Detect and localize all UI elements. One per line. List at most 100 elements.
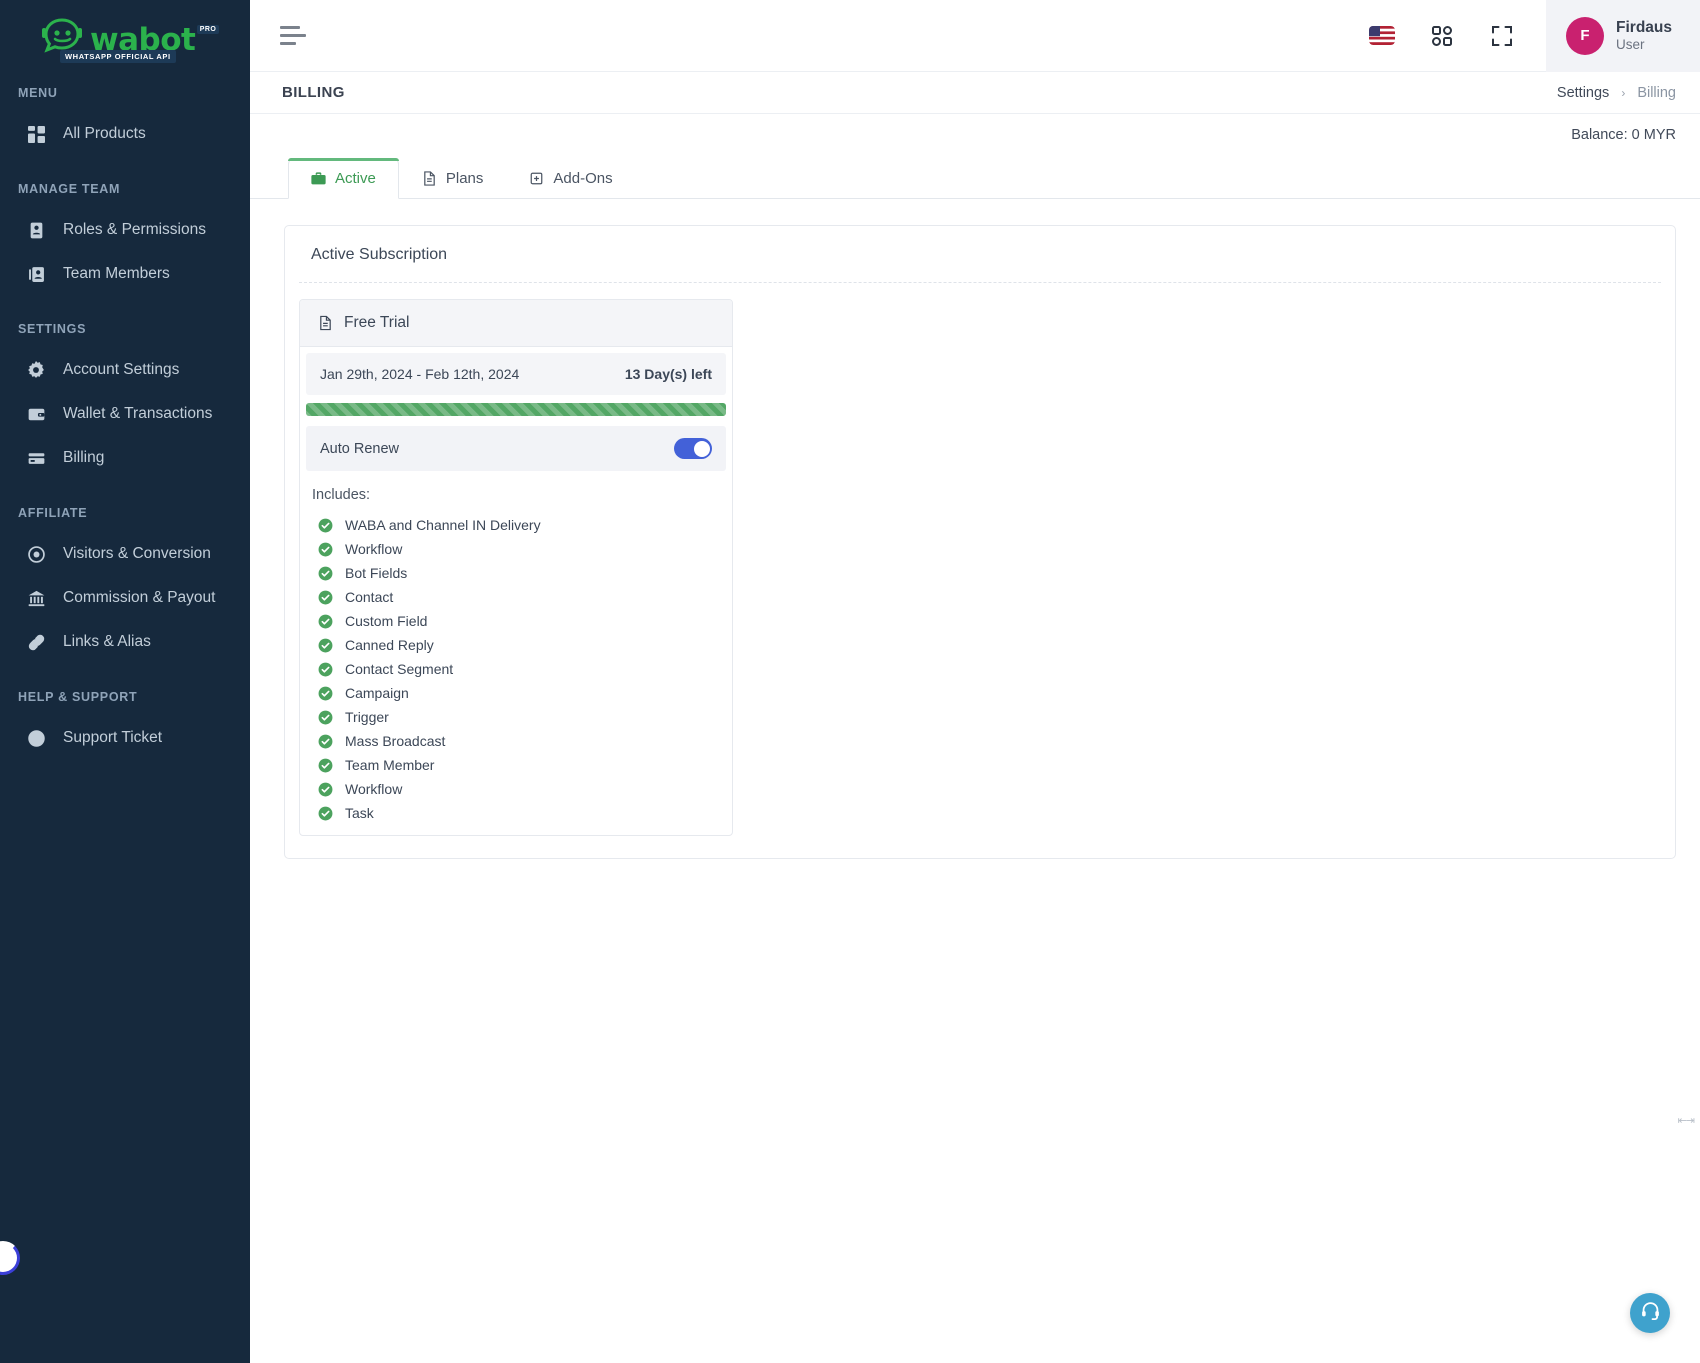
loading-spinner xyxy=(0,1241,20,1275)
feature-label: Trigger xyxy=(345,709,389,725)
check-badge-icon xyxy=(318,566,333,580)
page-header: BILLING Settings › Billing xyxy=(250,72,1700,114)
nav-section-menu: MENU xyxy=(18,86,58,100)
wallet-icon xyxy=(27,405,45,423)
content-area: Active Subscription Free Trial Jan 29th,… xyxy=(250,199,1700,859)
sidebar-item-roles-permissions[interactable]: Roles & Permissions xyxy=(0,208,250,252)
sidebar-item-billing[interactable]: Billing xyxy=(0,436,250,480)
sidebar-item-links-alias[interactable]: Links & Alias xyxy=(0,620,250,664)
nav-section-help-support: HELP & SUPPORT xyxy=(18,690,138,704)
card-divider xyxy=(299,282,1661,283)
fullscreen-icon[interactable] xyxy=(1480,14,1524,58)
list-item: Contact xyxy=(300,585,732,609)
feature-label: WABA and Channel IN Delivery xyxy=(345,517,541,533)
sidebar-item-wallet-transactions[interactable]: Wallet & Transactions xyxy=(0,392,250,436)
sidebar-item-support-ticket[interactable]: Support Ticket xyxy=(0,716,250,760)
page-title: BILLING xyxy=(282,84,345,101)
nav-section-affiliate: AFFILIATE xyxy=(18,506,88,520)
billing-tabs: Active Plans Add-Ons xyxy=(250,144,1700,199)
auto-renew-label: Auto Renew xyxy=(320,440,399,457)
sidebar-item-all-products[interactable]: All Products xyxy=(0,112,250,156)
document-icon xyxy=(318,315,333,331)
plan-date-range: Jan 29th, 2024 - Feb 12th, 2024 xyxy=(320,366,520,382)
list-item: Team Member xyxy=(300,753,732,777)
tab-label: Add-Ons xyxy=(553,170,613,187)
us-flag-icon[interactable] xyxy=(1360,14,1404,58)
sidebar-item-label: Wallet & Transactions xyxy=(63,405,213,423)
check-badge-icon xyxy=(318,782,333,796)
user-menu[interactable]: F Firdaus User xyxy=(1546,0,1700,72)
sidebar-item-account-settings[interactable]: Account Settings xyxy=(0,348,250,392)
check-badge-icon xyxy=(318,758,333,772)
card-title: Active Subscription xyxy=(311,246,448,263)
sidebar-item-label: Team Members xyxy=(63,265,170,283)
tab-active[interactable]: Active xyxy=(288,158,399,199)
feature-label: Contact Segment xyxy=(345,661,454,677)
main-area: F Firdaus User BILLING Settings › Billin… xyxy=(250,0,1700,1363)
list-item: Bot Fields xyxy=(300,561,732,585)
breadcrumb-settings[interactable]: Settings xyxy=(1557,85,1609,101)
feature-label: Contact xyxy=(345,589,394,605)
auto-renew-row: Auto Renew xyxy=(306,426,726,471)
apps-grid-icon[interactable] xyxy=(1420,14,1464,58)
credit-card-icon xyxy=(27,449,45,467)
resize-handle[interactable]: ⇤⇥ xyxy=(1678,1114,1695,1127)
check-badge-icon xyxy=(318,518,333,532)
feature-label: Mass Broadcast xyxy=(345,733,446,749)
brand-subtitle: WHATSAPP OFFICIAL API xyxy=(60,50,176,63)
sidebar: wabot PRO WHATSAPP OFFICIAL API MENU All… xyxy=(0,0,250,1363)
check-badge-icon xyxy=(318,542,333,556)
user-role: User xyxy=(1616,36,1645,52)
plan-header: Free Trial xyxy=(300,300,732,347)
list-item: Custom Field xyxy=(300,609,732,633)
auto-renew-toggle[interactable] xyxy=(674,438,712,459)
check-badge-icon xyxy=(318,614,333,628)
support-chat-button[interactable] xyxy=(1630,1293,1670,1333)
bank-icon xyxy=(27,589,45,607)
user-name: Firdaus xyxy=(1616,18,1672,36)
app-root: wabot PRO WHATSAPP OFFICIAL API MENU All… xyxy=(0,0,1700,1363)
tab-label: Plans xyxy=(445,170,484,187)
sidebar-item-label: Commission & Payout xyxy=(63,589,216,607)
headset-icon xyxy=(1640,1300,1661,1326)
sidebar-item-label: Links & Alias xyxy=(63,633,151,651)
sidebar-item-label: Account Settings xyxy=(63,361,180,379)
includes-label: Includes: xyxy=(312,487,371,503)
sidebar-item-visitors-conversion[interactable]: Visitors & Conversion xyxy=(0,532,250,576)
brand-logo[interactable]: wabot PRO WHATSAPP OFFICIAL API xyxy=(0,0,250,72)
active-subscription-card: Active Subscription Free Trial Jan 29th,… xyxy=(284,225,1676,859)
check-badge-icon xyxy=(318,638,333,652)
hamburger-icon[interactable] xyxy=(280,26,306,45)
feature-label: Canned Reply xyxy=(345,637,434,653)
nav-section-manage-team: MANAGE TEAM xyxy=(18,182,121,196)
feature-list: WABA and Channel IN Delivery Workflow Bo… xyxy=(300,513,732,835)
tab-add-ons[interactable]: Add-Ons xyxy=(506,158,635,199)
sidebar-item-commission-payout[interactable]: Commission & Payout xyxy=(0,576,250,620)
list-item: WABA and Channel IN Delivery xyxy=(300,513,732,537)
nav-section-settings: SETTINGS xyxy=(18,322,87,336)
breadcrumb-separator: › xyxy=(1621,85,1626,100)
brand-pro-badge: PRO xyxy=(196,25,220,34)
topbar: F Firdaus User xyxy=(250,0,1700,72)
eye-icon xyxy=(27,545,45,563)
plan-date-row: Jan 29th, 2024 - Feb 12th, 2024 13 Day(s… xyxy=(306,353,726,395)
list-item: Trigger xyxy=(300,705,732,729)
sidebar-item-team-members[interactable]: Team Members xyxy=(0,252,250,296)
gear-icon xyxy=(27,361,45,379)
feature-label: Workflow xyxy=(345,781,403,797)
list-item: Campaign xyxy=(300,681,732,705)
list-item: Mass Broadcast xyxy=(300,729,732,753)
sidebar-item-label: Roles & Permissions xyxy=(63,221,206,239)
check-badge-icon xyxy=(318,806,333,820)
breadcrumb-current: Billing xyxy=(1637,84,1676,101)
list-item: Canned Reply xyxy=(300,633,732,657)
tab-plans[interactable]: Plans xyxy=(399,158,507,199)
plus-square-icon xyxy=(529,171,544,186)
feature-label: Custom Field xyxy=(345,613,428,629)
sidebar-item-label: Visitors & Conversion xyxy=(63,545,211,563)
list-item: Task xyxy=(300,801,732,825)
list-item: Workflow xyxy=(300,537,732,561)
sidebar-item-label: Billing xyxy=(63,449,105,467)
check-badge-icon xyxy=(318,662,333,676)
balance-row: Balance: 0 MYR xyxy=(250,114,1700,144)
